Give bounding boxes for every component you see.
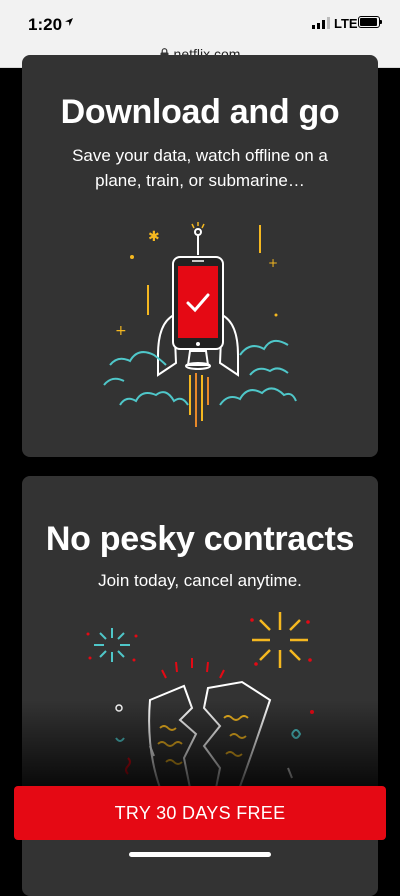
home-indicator[interactable] bbox=[129, 852, 271, 857]
svg-text:+: + bbox=[268, 256, 278, 270]
rocket-phone-illustration: + + ✱ bbox=[103, 222, 297, 427]
location-arrow-icon bbox=[65, 18, 73, 26]
svg-text:✱: ✱ bbox=[148, 229, 160, 245]
card-title: Download and go bbox=[60, 93, 340, 131]
card-title: No pesky contracts bbox=[45, 520, 355, 558]
bottom-fade bbox=[0, 700, 400, 790]
card-subtitle: Save your data, watch offline on a plane… bbox=[72, 146, 328, 190]
try-free-button[interactable]: TRY 30 DAYS FREE bbox=[14, 786, 386, 840]
status-time: 1:20 bbox=[28, 15, 63, 34]
network-type: LTE bbox=[334, 16, 358, 31]
signal-icon bbox=[312, 17, 330, 29]
download-card: Download and go Save your data, watch of… bbox=[22, 55, 378, 457]
status-bar: 1:20 LTE bbox=[0, 0, 400, 40]
card-subtitle: Join today, cancel anytime. bbox=[98, 571, 302, 590]
svg-text:+: + bbox=[115, 323, 127, 339]
battery-icon bbox=[358, 16, 382, 28]
